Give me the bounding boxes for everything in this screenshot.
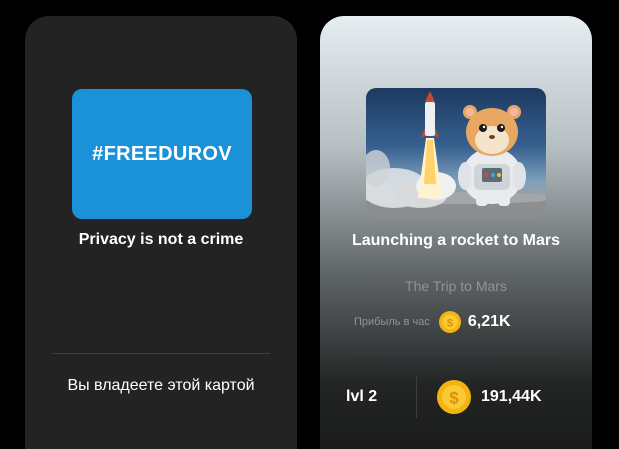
- profit-label: Прибыль в час: [354, 316, 430, 328]
- divider-vertical: [416, 376, 417, 418]
- freedurov-banner: #FREEDUROV: [72, 89, 252, 219]
- illustration: [366, 91, 546, 218]
- svg-text:$: $: [447, 318, 453, 330]
- profit-value: 6,21K: [467, 313, 511, 330]
- card-rocket-mars[interactable]: Launching a rocket to Mars The Trip to M…: [320, 16, 592, 449]
- divider: [52, 353, 270, 354]
- profit-per-hour: Прибыль в час $ 6,21K: [354, 310, 511, 334]
- hamster-rocket-image: [366, 88, 546, 218]
- svg-text:$: $: [449, 389, 459, 408]
- coin-icon: $: [438, 311, 461, 333]
- upgrade-price[interactable]: $ 191,44K: [437, 380, 542, 414]
- price-value: 191,44K: [481, 388, 542, 405]
- coin-icon: $: [437, 380, 471, 414]
- divider: [347, 353, 565, 354]
- card-privacy[interactable]: #FREEDUROV Privacy is not a crime Вы вла…: [25, 16, 297, 449]
- level-label: lvl 2: [346, 388, 378, 405]
- card-title: Launching a rocket to Mars: [351, 232, 561, 249]
- banner-text: #FREEDUROV: [92, 142, 232, 165]
- owned-status: Вы владеете этой картой: [67, 377, 255, 394]
- card-title: Privacy is not a crime: [78, 231, 244, 248]
- card-subtitle: The Trip to Mars: [405, 278, 507, 294]
